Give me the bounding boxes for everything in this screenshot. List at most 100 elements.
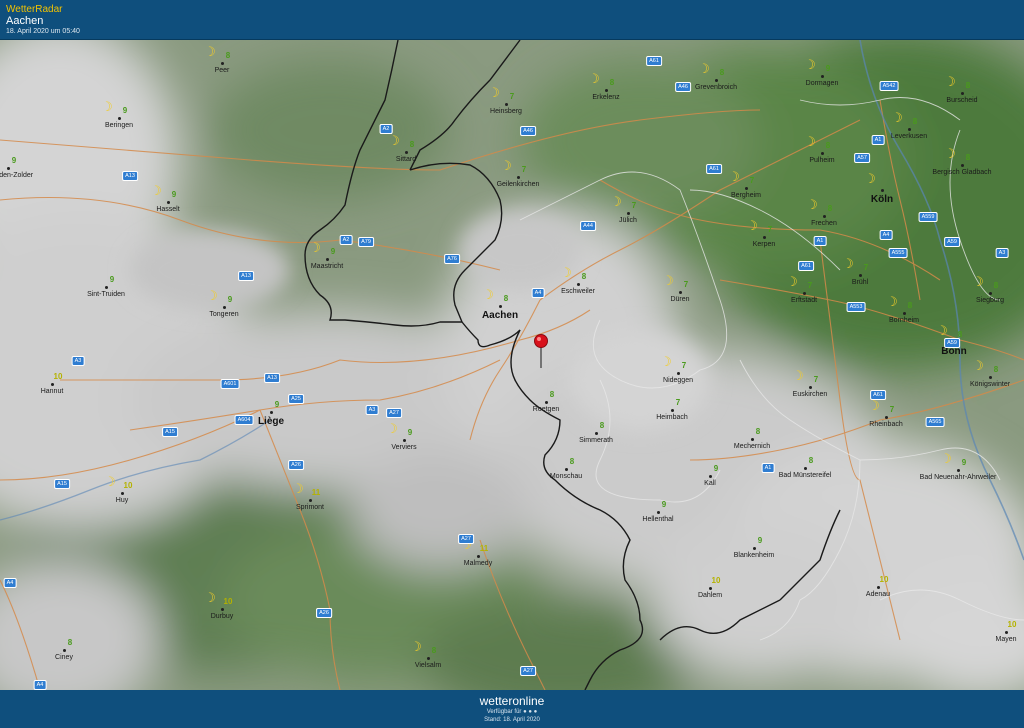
city-label[interactable]: Monschau xyxy=(550,473,582,480)
city-dot xyxy=(221,62,224,65)
city-label[interactable]: Mayen xyxy=(995,636,1016,643)
temperature-value: 9 xyxy=(171,190,177,199)
city-dot xyxy=(821,152,824,155)
city-label[interactable]: Bornheim xyxy=(889,317,919,324)
motorway-badge: A2 xyxy=(339,235,353,245)
city-label[interactable]: Blankenheim xyxy=(734,552,774,559)
motorway-badge: A15 xyxy=(54,479,70,489)
city-label[interactable]: Grevenbroich xyxy=(695,84,737,91)
city-label[interactable]: Köln xyxy=(871,194,893,205)
city-label[interactable]: Jülich xyxy=(619,217,637,224)
city-dot xyxy=(671,409,674,412)
city-label[interactable]: Eschweiler xyxy=(561,288,595,295)
temperature-value: 7 xyxy=(521,165,527,174)
crescent-moon-icon: ☽ xyxy=(746,218,758,233)
city-dot xyxy=(885,416,888,419)
city-label[interactable]: Heimbach xyxy=(656,414,688,421)
brand-title: WetterRadar xyxy=(6,4,63,15)
temperature-value: 10 xyxy=(711,576,721,585)
motorway-badge: A4 xyxy=(879,230,893,240)
city-label[interactable]: Sint-Truiden xyxy=(87,291,125,298)
city-label[interactable]: Bad Münstereifel xyxy=(779,472,832,479)
city-dot xyxy=(745,187,748,190)
city-label[interactable]: Tongeren xyxy=(209,311,238,318)
city-dot xyxy=(804,467,807,470)
city-label[interactable]: Pulheim xyxy=(809,157,834,164)
motorway-badge: A59 xyxy=(944,237,960,247)
city-label[interactable]: Mechernich xyxy=(734,443,770,450)
motorway-badge: A13 xyxy=(264,373,280,383)
city-label[interactable]: Hannut xyxy=(41,388,64,395)
city-label[interactable]: Peer xyxy=(215,67,230,74)
city-label[interactable]: Erftstadt xyxy=(791,297,817,304)
motorway-badge: A61 xyxy=(646,56,662,66)
radar-map[interactable]: Peer 8 ☽ Beringen 9 ☽ Heusden-Zolder 9 Hasselt 9 ☽… xyxy=(0,40,1024,690)
city-label[interactable]: Kerpen xyxy=(753,241,776,248)
app-footer: wetteronline Verfügbar für ● ● ● Stand: … xyxy=(0,690,1024,728)
temperature-value: 9 xyxy=(122,106,128,115)
city-dot xyxy=(881,189,884,192)
city-label[interactable]: Liège xyxy=(258,416,284,427)
crescent-moon-icon: ☽ xyxy=(588,71,600,86)
crescent-moon-icon: ☽ xyxy=(728,169,740,184)
city-dot xyxy=(427,657,430,660)
motorway-badge: A3 xyxy=(71,356,85,366)
city-label[interactable]: Simmerath xyxy=(579,437,613,444)
temperature-value: 8 xyxy=(599,421,605,430)
city-label[interactable]: Königswinter xyxy=(970,381,1010,388)
city-label[interactable]: Vielsalm xyxy=(415,662,441,669)
city-label[interactable]: Burscheid xyxy=(946,97,977,104)
city-label[interactable]: Hellenthal xyxy=(642,516,673,523)
temperature-value: 8 xyxy=(503,294,509,303)
city-label[interactable]: Maastricht xyxy=(311,263,343,270)
city-label[interactable]: Durbuy xyxy=(211,613,234,620)
city-label[interactable]: Dormagen xyxy=(806,80,839,87)
city-label[interactable]: Beringen xyxy=(105,122,133,129)
temperature-value: 10 xyxy=(123,481,133,490)
city-label[interactable]: Nideggen xyxy=(663,377,693,384)
city-label[interactable]: Erkelenz xyxy=(592,94,619,101)
city-label[interactable]: Euskirchen xyxy=(793,391,828,398)
city-dot xyxy=(326,258,329,261)
city-label[interactable]: Heusden-Zolder xyxy=(0,172,33,179)
city-label[interactable]: Kall xyxy=(704,480,716,487)
city-label[interactable]: Aachen xyxy=(482,310,518,321)
city-label[interactable]: Roetgen xyxy=(533,406,559,413)
city-dot xyxy=(821,75,824,78)
crescent-moon-icon: ☽ xyxy=(940,451,952,466)
city-label[interactable]: Rheinbach xyxy=(869,421,902,428)
motorway-badge: A25 xyxy=(288,394,304,404)
city-label[interactable]: Bergisch Gladbach xyxy=(932,169,991,176)
motorway-badge: A604 xyxy=(234,415,254,425)
temperature-value: 10 xyxy=(1007,620,1017,629)
city-label[interactable]: Leverkusen xyxy=(891,133,927,140)
temperature-value: 9 xyxy=(330,247,336,256)
city-label[interactable]: Düren xyxy=(670,296,689,303)
city-label[interactable]: Sprimont xyxy=(296,504,324,511)
city-label[interactable]: Sittard xyxy=(396,156,416,163)
city-label[interactable]: Verviers xyxy=(391,444,416,451)
city-label[interactable]: Huy xyxy=(116,497,128,504)
city-label[interactable]: Malmedy xyxy=(464,560,492,567)
motorway-badge: A46 xyxy=(520,126,536,136)
city-label[interactable]: Adenau xyxy=(866,591,890,598)
motorway-badge: A4 xyxy=(3,578,17,588)
city-label[interactable]: Siegburg xyxy=(976,297,1004,304)
city-label[interactable]: Frechen xyxy=(811,220,837,227)
crescent-moon-icon: ☽ xyxy=(104,474,116,489)
motorway-badge: A27 xyxy=(458,534,474,544)
city-label[interactable]: Bergheim xyxy=(731,192,761,199)
city-dot xyxy=(908,128,911,131)
temperature-value: 8 xyxy=(719,68,725,77)
city-label[interactable]: Ciney xyxy=(55,654,73,661)
motorway-badge: A44 xyxy=(580,221,596,231)
city-dot xyxy=(270,411,273,414)
city-label[interactable]: Geilenkirchen xyxy=(497,181,540,188)
city-label[interactable]: Heinsberg xyxy=(490,108,522,115)
city-dot xyxy=(545,401,548,404)
city-label[interactable]: Dahlem xyxy=(698,592,722,599)
city-label[interactable]: Hasselt xyxy=(156,206,179,213)
city-label[interactable]: Brühl xyxy=(852,279,868,286)
city-label[interactable]: Bad Neuenahr-Ahrweiler xyxy=(920,474,997,481)
city-dot xyxy=(803,292,806,295)
